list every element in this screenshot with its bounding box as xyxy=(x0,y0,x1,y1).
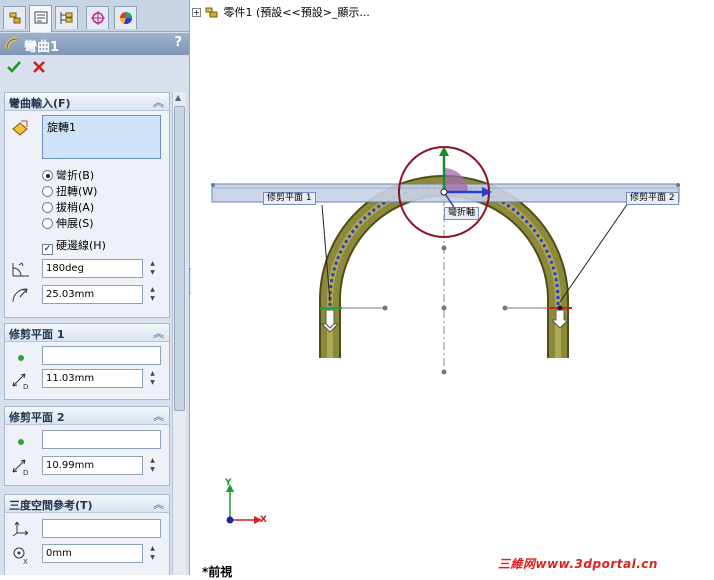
axis-x-label: X xyxy=(260,515,267,525)
axis-y-label: Y xyxy=(225,478,232,488)
watermark-text: 三維网www.3dportal.cn xyxy=(498,557,658,571)
triad-origin xyxy=(440,188,448,196)
axis-point xyxy=(441,305,447,311)
model-graphics xyxy=(211,146,680,524)
rotation-sector xyxy=(444,168,468,192)
axis-point xyxy=(441,245,447,251)
trim-plane-1-label[interactable]: 修剪平面 1 xyxy=(263,192,316,205)
axis-end-point xyxy=(441,369,447,375)
plane-corner-point xyxy=(676,183,680,187)
view-orientation-triad xyxy=(226,484,262,524)
trim-plane-2-label[interactable]: 修剪平面 2 xyxy=(626,192,679,205)
view-name-label: *前視 xyxy=(202,565,233,579)
indicator-point xyxy=(382,305,388,311)
bend-axis-label[interactable]: 彎折軸 xyxy=(444,207,480,220)
leader-line xyxy=(559,202,629,303)
indicator-point xyxy=(502,305,508,311)
plane-corner-point xyxy=(211,183,215,187)
